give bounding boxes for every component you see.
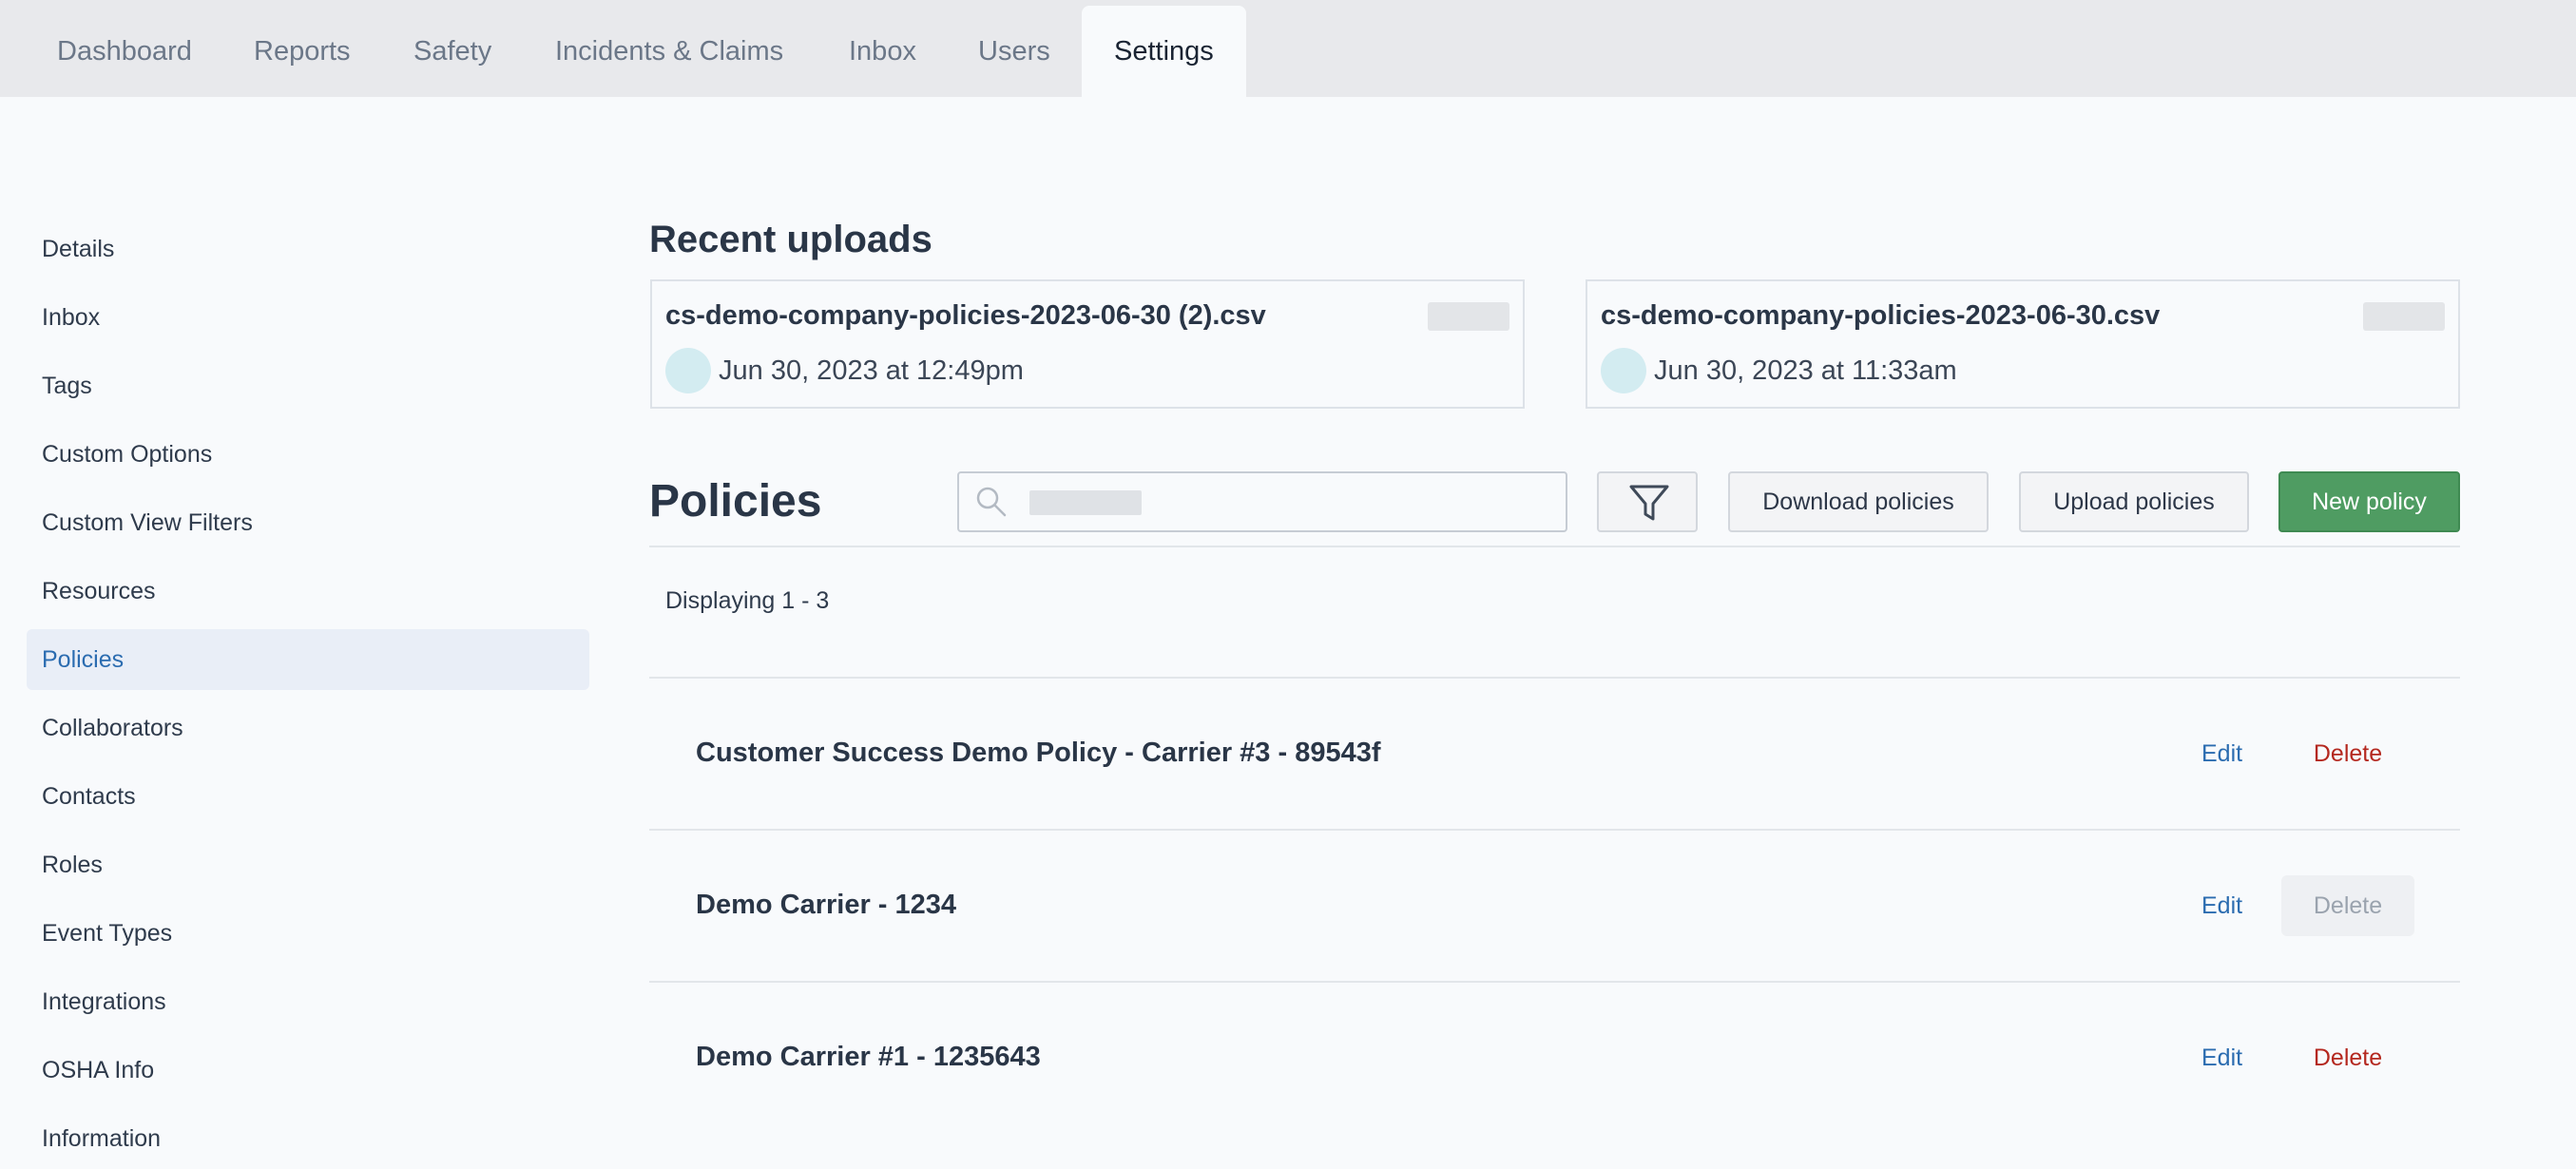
upload-status-badge (1428, 302, 1509, 331)
edit-link[interactable]: Edit (2201, 1044, 2242, 1072)
divider (649, 981, 2460, 983)
sidebar-item-collaborators[interactable]: Collaborators (27, 698, 589, 758)
edit-link[interactable]: Edit (2201, 892, 2242, 920)
new-policy-button[interactable]: New policy (2278, 471, 2460, 532)
sidebar-item-resources[interactable]: Resources (27, 561, 589, 622)
sidebar-item-custom-options[interactable]: Custom Options (27, 424, 589, 485)
delete-link[interactable]: Delete (2281, 1027, 2414, 1088)
upload-policies-button[interactable]: Upload policies (2019, 471, 2249, 532)
tab-users[interactable]: Users (946, 0, 1083, 97)
sidebar-item-policies[interactable]: Policies (27, 629, 589, 690)
policy-name: Demo Carrier #1 - 1235643 (696, 1042, 1041, 1072)
upload-card[interactable]: cs-demo-company-policies-2023-06-30 (2).… (650, 279, 1525, 409)
delete-link[interactable]: Delete (2281, 723, 2414, 784)
avatar (665, 348, 711, 393)
search-box (957, 471, 1567, 532)
upload-status-badge (2363, 302, 2445, 331)
search-input[interactable] (1026, 487, 1552, 519)
sidebar-item-integrations[interactable]: Integrations (27, 971, 589, 1032)
display-count: Displaying 1 - 3 (665, 587, 830, 614)
sidebar-item-custom-view-filters[interactable]: Custom View Filters (27, 492, 589, 553)
download-policies-button[interactable]: Download policies (1728, 471, 1989, 532)
sidebar-item-roles[interactable]: Roles (27, 834, 589, 895)
recent-uploads-title: Recent uploads (649, 219, 932, 260)
sidebar-item-event-types[interactable]: Event Types (27, 903, 589, 964)
tab-incidents-claims[interactable]: Incidents & Claims (523, 0, 816, 97)
search-icon (976, 487, 1007, 517)
tab-safety[interactable]: Safety (381, 0, 524, 97)
sidebar-item-contacts[interactable]: Contacts (27, 766, 589, 827)
tab-inbox[interactable]: Inbox (817, 0, 949, 97)
divider (649, 546, 2460, 547)
upload-filename: cs-demo-company-policies-2023-06-30.csv (1601, 300, 2161, 331)
tab-dashboard[interactable]: Dashboard (25, 0, 224, 97)
top-navigation: Dashboard Reports Safety Incidents & Cla… (0, 0, 2576, 97)
avatar (1601, 348, 1646, 393)
upload-date: Jun 30, 2023 at 11:33am (1654, 355, 1957, 386)
upload-card[interactable]: cs-demo-company-policies-2023-06-30.csv … (1586, 279, 2460, 409)
sidebar-item-osha-info[interactable]: OSHA Info (27, 1040, 589, 1101)
policies-title: Policies (649, 476, 822, 527)
upload-date: Jun 30, 2023 at 12:49pm (719, 355, 1024, 386)
filter-button[interactable] (1597, 471, 1698, 532)
divider (649, 677, 2460, 679)
tab-settings[interactable]: Settings (1082, 6, 1246, 97)
policy-name: Customer Success Demo Policy - Carrier #… (696, 738, 1381, 768)
sidebar-item-inbox[interactable]: Inbox (27, 287, 589, 348)
tab-reports[interactable]: Reports (221, 0, 383, 97)
filter-icon (1629, 485, 1669, 521)
upload-filename: cs-demo-company-policies-2023-06-30 (2).… (665, 300, 1266, 331)
sidebar-item-tags[interactable]: Tags (27, 355, 589, 416)
divider (649, 829, 2460, 831)
sidebar-item-details[interactable]: Details (27, 219, 589, 279)
edit-link[interactable]: Edit (2201, 740, 2242, 768)
policy-name: Demo Carrier - 1234 (696, 890, 957, 920)
sidebar-item-information[interactable]: Information (27, 1108, 589, 1169)
delete-button-disabled[interactable]: Delete (2281, 875, 2414, 936)
